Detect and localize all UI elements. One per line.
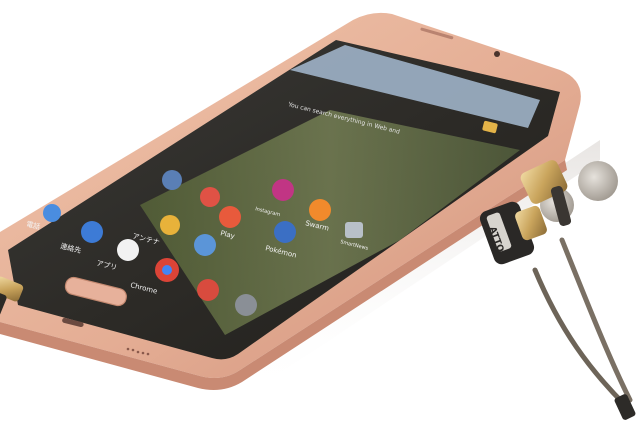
- app-icon-swarm: [309, 199, 331, 221]
- photo-scene: You can search everything in Web and Pla…: [0, 12, 636, 420]
- app-icon-folder: [200, 187, 220, 207]
- app-icon-smartnews: [345, 222, 363, 238]
- app-icon-pokemon: [274, 221, 296, 243]
- app-icon-play: [219, 206, 241, 228]
- front-camera: [494, 51, 500, 57]
- app-icon-chrome-center: [162, 265, 172, 275]
- app-icon-antenna: [160, 215, 180, 235]
- app-icon-gallery: [162, 170, 182, 190]
- app-icon-apps: [117, 239, 139, 261]
- app-icon-contacts: [81, 221, 103, 243]
- smartphone: You can search everything in Web and Pla…: [0, 12, 581, 390]
- app-icon-instagram: [272, 179, 294, 201]
- app-icon-camera: [235, 294, 257, 316]
- app-icon-mail: [197, 279, 219, 301]
- app-icon-phone: [43, 204, 61, 222]
- app-icon-messages: [194, 234, 216, 256]
- ear-tip-right: [578, 161, 618, 201]
